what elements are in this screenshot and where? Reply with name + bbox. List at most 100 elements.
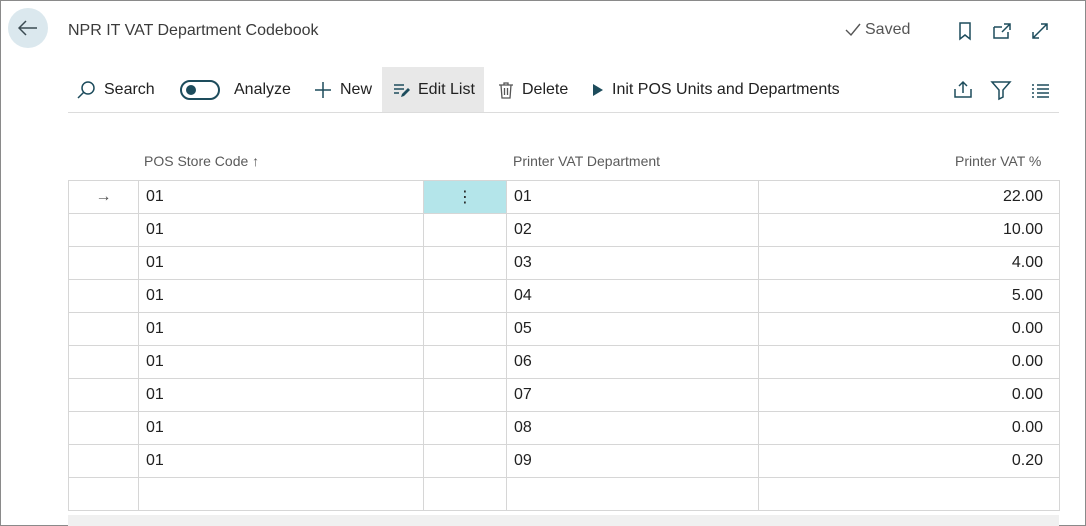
pos-store-code-cell[interactable]: 01 bbox=[138, 279, 424, 313]
printer-vat-pct-cell[interactable]: 0.00 bbox=[758, 312, 1060, 346]
printer-vat-department-cell[interactable]: 01 bbox=[506, 180, 759, 214]
row-actions-menu[interactable] bbox=[423, 345, 507, 379]
pos-store-code-cell[interactable]: 01 bbox=[138, 411, 424, 445]
filter-icon bbox=[990, 81, 1012, 101]
printer-vat-department-cell[interactable]: 06 bbox=[506, 345, 759, 379]
printer-vat-pct-cell[interactable]: 5.00 bbox=[758, 279, 1060, 313]
toggle-switch-icon bbox=[180, 79, 220, 100]
row-actions-menu[interactable] bbox=[423, 411, 507, 445]
column-header-printer-vat-pct-label: Printer VAT % bbox=[955, 153, 1042, 169]
search-label: Search bbox=[104, 80, 155, 98]
row-selector[interactable] bbox=[68, 312, 139, 346]
back-button[interactable] bbox=[8, 8, 48, 48]
share-button[interactable] bbox=[952, 79, 974, 101]
table-row[interactable]: 01 03 4.00 bbox=[68, 246, 1060, 280]
printer-vat-department-cell[interactable]: 07 bbox=[506, 378, 759, 412]
new-label: New bbox=[340, 80, 373, 98]
action-toolbar: Search Analyze New Edit List Delete Init… bbox=[68, 67, 1059, 113]
row-selector[interactable] bbox=[68, 213, 139, 247]
bookmark-icon bbox=[959, 22, 971, 41]
table-row[interactable]: 01 06 0.00 bbox=[68, 345, 1060, 379]
pos-store-code-cell[interactable]: 01 bbox=[138, 444, 424, 478]
row-selector[interactable] bbox=[68, 378, 139, 412]
printer-vat-pct-cell[interactable]: 22.00 bbox=[758, 180, 1060, 214]
row-selector[interactable] bbox=[68, 444, 139, 478]
printer-vat-department-cell[interactable]: 05 bbox=[506, 312, 759, 346]
row-actions-menu[interactable] bbox=[423, 444, 507, 478]
row-actions-menu[interactable] bbox=[423, 246, 507, 280]
printer-vat-pct-cell[interactable]: 0.00 bbox=[758, 345, 1060, 379]
pos-store-code-cell[interactable]: 01 bbox=[138, 345, 424, 379]
printer-vat-pct-cell[interactable]: 10.00 bbox=[758, 213, 1060, 247]
row-selector[interactable] bbox=[68, 345, 139, 379]
share-icon bbox=[954, 80, 972, 98]
plus-icon bbox=[315, 81, 331, 98]
printer-vat-pct-cell[interactable]: 0.00 bbox=[758, 378, 1060, 412]
row-actions-menu[interactable]: ⋮ bbox=[423, 180, 507, 214]
arrow-left-icon bbox=[18, 20, 37, 36]
printer-vat-pct-cell[interactable]: 4.00 bbox=[758, 246, 1060, 280]
column-header-printer-vat-pct[interactable]: Printer VAT % bbox=[955, 153, 1041, 169]
table-row[interactable]: → 01 ⋮ 01 22.00 bbox=[68, 180, 1060, 214]
arrow-right-icon: → bbox=[95, 188, 112, 205]
row-selector[interactable] bbox=[68, 411, 139, 445]
list-view-button[interactable] bbox=[1029, 79, 1051, 101]
row-actions-menu[interactable] bbox=[423, 477, 507, 511]
row-selector[interactable] bbox=[68, 279, 139, 313]
table-row[interactable]: 01 09 0.20 bbox=[68, 444, 1060, 478]
printer-vat-department-cell[interactable]: 03 bbox=[506, 246, 759, 280]
row-actions-menu[interactable] bbox=[423, 279, 507, 313]
list-icon bbox=[1032, 84, 1049, 98]
column-header-pos-store-code[interactable]: POS Store Code ↑ bbox=[144, 153, 259, 169]
search-button[interactable]: Search bbox=[76, 67, 155, 112]
column-header-printer-vat-department[interactable]: Printer VAT Department bbox=[513, 153, 660, 169]
expand-icon bbox=[1032, 23, 1048, 39]
search-icon bbox=[77, 80, 95, 99]
table-row[interactable]: 01 02 10.00 bbox=[68, 213, 1060, 247]
row-selector[interactable] bbox=[68, 477, 139, 511]
column-header-printer-vat-department-label: Printer VAT Department bbox=[513, 153, 661, 169]
pos-store-code-cell[interactable] bbox=[138, 477, 424, 511]
table-row[interactable]: 01 07 0.00 bbox=[68, 378, 1060, 412]
printer-vat-department-cell[interactable]: 09 bbox=[506, 444, 759, 478]
table-row[interactable]: 01 08 0.00 bbox=[68, 411, 1060, 445]
table-row[interactable]: 01 05 0.00 bbox=[68, 312, 1060, 346]
pos-store-code-cell[interactable]: 01 bbox=[138, 180, 424, 214]
table-row[interactable]: 01 04 5.00 bbox=[68, 279, 1060, 313]
more-vertical-icon: ⋮ bbox=[457, 189, 473, 206]
edit-list-button[interactable]: Edit List bbox=[382, 67, 484, 112]
row-actions-menu[interactable] bbox=[423, 312, 507, 346]
horizontal-scrollbar[interactable] bbox=[68, 515, 1059, 526]
row-selector[interactable]: → bbox=[68, 180, 139, 214]
printer-vat-pct-cell[interactable]: 0.00 bbox=[758, 411, 1060, 445]
pos-store-code-cell[interactable]: 01 bbox=[138, 213, 424, 247]
column-header-pos-store-code-label: POS Store Code bbox=[144, 153, 249, 169]
delete-label: Delete bbox=[522, 80, 569, 98]
printer-vat-department-cell[interactable]: 08 bbox=[506, 411, 759, 445]
printer-vat-department-cell[interactable] bbox=[506, 477, 759, 511]
pos-store-code-cell[interactable]: 01 bbox=[138, 312, 424, 346]
new-entry-row[interactable] bbox=[68, 477, 1060, 511]
analyze-label: Analyze bbox=[234, 80, 291, 98]
sort-ascending-icon: ↑ bbox=[252, 153, 260, 169]
row-selector[interactable] bbox=[68, 246, 139, 280]
analyze-toggle[interactable]: Analyze bbox=[180, 67, 291, 112]
printer-vat-department-cell[interactable]: 02 bbox=[506, 213, 759, 247]
expand-button[interactable] bbox=[1029, 20, 1051, 42]
pos-store-code-cell[interactable]: 01 bbox=[138, 378, 424, 412]
edit-list-label: Edit List bbox=[418, 80, 475, 98]
trash-icon bbox=[499, 81, 513, 99]
filter-button[interactable] bbox=[990, 79, 1012, 101]
printer-vat-pct-cell[interactable]: 0.20 bbox=[758, 444, 1060, 478]
new-button[interactable]: New bbox=[314, 67, 372, 112]
open-in-new-window-button[interactable] bbox=[991, 20, 1013, 42]
row-actions-menu[interactable] bbox=[423, 213, 507, 247]
printer-vat-department-cell[interactable]: 04 bbox=[506, 279, 759, 313]
row-actions-menu[interactable] bbox=[423, 378, 507, 412]
printer-vat-pct-cell[interactable] bbox=[758, 477, 1060, 511]
delete-button[interactable]: Delete bbox=[498, 67, 568, 112]
bookmark-button[interactable] bbox=[954, 20, 976, 42]
edit-list-icon bbox=[394, 83, 410, 97]
init-pos-units-button[interactable]: Init POS Units and Departments bbox=[592, 67, 840, 112]
pos-store-code-cell[interactable]: 01 bbox=[138, 246, 424, 280]
